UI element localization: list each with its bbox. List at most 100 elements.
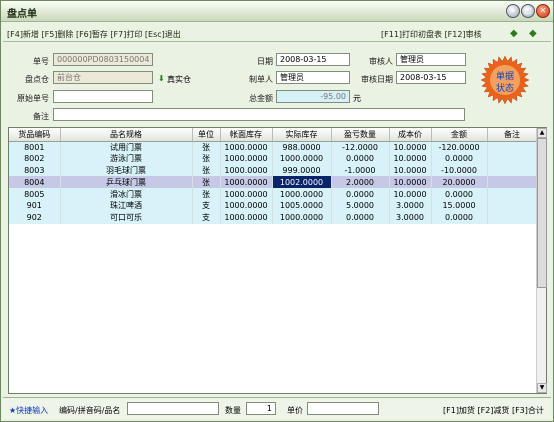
table-row[interactable]: 8001 试用门票张 1000.0000 988.0000 -12.0000 10.000… xyxy=(9,141,538,153)
table-cell[interactable]: 10.0000 xyxy=(389,152,432,165)
table-cell[interactable] xyxy=(487,199,538,212)
table-cell[interactable]: 3.0000 xyxy=(389,199,432,212)
table-cell[interactable]: 滑冰门票 xyxy=(60,188,193,200)
table-row[interactable]: 901 珠江啤酒支 1000.0000 1005.0000 5.0000 3.0000 15… xyxy=(9,199,538,212)
column-header[interactable]: 单位 xyxy=(192,128,221,142)
column-header[interactable]: 金额 xyxy=(431,128,488,142)
scroll-up-icon[interactable]: ▲ xyxy=(537,128,547,138)
maximize-button[interactable]: □ xyxy=(521,4,535,18)
toolbar-print-audit[interactable]: [F11]打印初盘表 [F12]审核 xyxy=(381,29,482,40)
table-row[interactable]: 8002 游泳门票张 1000.0000 1000.0000 0.0000 10.0000… xyxy=(9,152,538,165)
table-cell[interactable]: 1000.0000 xyxy=(220,199,273,212)
arrow-down-icon[interactable]: ⬇ xyxy=(158,74,165,83)
table-cell[interactable]: 902 xyxy=(9,211,61,224)
table-cell[interactable]: 10.0000 xyxy=(389,164,432,177)
column-header[interactable]: 品名规格 xyxy=(60,128,193,142)
table-cell[interactable]: 游泳门票 xyxy=(60,152,193,165)
table-row[interactable]: 902 可口可乐支 1000.0000 1000.0000 0.0000 3.0000 0.… xyxy=(9,211,538,224)
table-cell[interactable]: 999.0000 xyxy=(272,164,332,177)
table-cell[interactable]: 1005.0000 xyxy=(272,199,332,212)
column-header[interactable]: 成本价 xyxy=(389,128,432,142)
table-cell[interactable] xyxy=(487,164,538,177)
maker-field[interactable]: 管理员 xyxy=(276,71,350,84)
table-cell[interactable]: 试用门票 xyxy=(60,141,193,153)
table-cell[interactable]: 3.0000 xyxy=(389,211,432,224)
table-cell[interactable]: 支 xyxy=(192,199,221,212)
scroll-thumb[interactable] xyxy=(537,138,547,288)
table-cell[interactable]: 1000.0000 xyxy=(220,152,273,165)
quick-input-label[interactable]: ★快捷输入 xyxy=(9,405,48,416)
table-cell[interactable] xyxy=(487,211,538,224)
table-row[interactable]: 8003 羽毛球门票张 1000.0000 999.0000 -1.0000 10.000… xyxy=(9,164,538,177)
table-cell[interactable]: 张 xyxy=(192,141,221,153)
table-cell[interactable]: 901 xyxy=(9,199,61,212)
qty-input[interactable]: 1 xyxy=(246,402,276,415)
table-row[interactable]: 8005 滑冰门票张 1000.0000 1000.0000 0.0000 10.0000… xyxy=(9,188,538,200)
arrow-right-icon[interactable]: ◆ xyxy=(529,28,537,39)
table-cell[interactable]: 1000.0000 xyxy=(220,211,273,224)
table-cell[interactable]: 1000.0000 xyxy=(220,164,273,177)
table-cell[interactable] xyxy=(487,141,538,153)
table-cell[interactable]: -10.0000 xyxy=(431,164,488,177)
table-cell[interactable]: 支 xyxy=(192,211,221,224)
table-cell[interactable]: 0.0000 xyxy=(431,211,488,224)
code-search-input[interactable] xyxy=(127,402,219,415)
table-cell[interactable]: 8001 xyxy=(9,141,61,153)
close-button[interactable]: ✕ xyxy=(536,4,550,18)
table-cell[interactable]: 珠江啤酒 xyxy=(60,199,193,212)
orig-no-field[interactable] xyxy=(53,90,153,103)
column-header[interactable]: 盈亏数量 xyxy=(331,128,390,142)
table-cell[interactable]: 羽毛球门票 xyxy=(60,164,193,177)
table-cell[interactable]: 0.0000 xyxy=(431,152,488,165)
date-field[interactable]: 2008-03-15 xyxy=(276,53,350,66)
table-cell[interactable]: 1000.0000 xyxy=(220,141,273,153)
column-header[interactable]: 实际库存 xyxy=(272,128,332,142)
table-cell[interactable]: 1000.0000 xyxy=(272,188,332,200)
table-row[interactable]: 8004 乒乓球门票张 1000.0000 1002.0000 2.0000 10.000… xyxy=(9,176,538,189)
real-warehouse-button[interactable]: 真实仓 xyxy=(167,74,191,85)
table-cell[interactable]: 20.0000 xyxy=(431,176,488,189)
table-cell[interactable]: 1000.0000 xyxy=(272,211,332,224)
table-cell[interactable]: 8003 xyxy=(9,164,61,177)
column-header[interactable]: 备注 xyxy=(487,128,538,142)
table-cell[interactable]: 10.0000 xyxy=(389,141,432,153)
auditor-field[interactable]: 管理员 xyxy=(396,53,466,66)
table-cell[interactable]: 10.0000 xyxy=(389,188,432,200)
audit-date-field[interactable]: 2008-03-15 xyxy=(396,71,466,84)
table-cell[interactable]: 988.0000 xyxy=(272,141,332,153)
table-cell[interactable]: 张 xyxy=(192,152,221,165)
vertical-scrollbar[interactable]: ▲ ▼ xyxy=(536,128,547,393)
table-cell[interactable]: 张 xyxy=(192,164,221,177)
table-cell[interactable]: 乒乓球门票 xyxy=(60,176,193,189)
toolbar-shortcuts[interactable]: [F4]新增 [F5]删除 [F6]暂存 [F7]打印 [Esc]退出 xyxy=(7,29,181,40)
table-cell[interactable] xyxy=(487,152,538,165)
table-cell[interactable]: 0.0000 xyxy=(331,211,390,224)
table-cell[interactable]: 张 xyxy=(192,188,221,200)
table-cell[interactable]: 1000.0000 xyxy=(220,176,273,189)
minimize-button[interactable]: – xyxy=(506,4,520,18)
table-cell[interactable]: 8005 xyxy=(9,188,61,200)
table-cell[interactable]: 0.0000 xyxy=(431,188,488,200)
order-no-field[interactable]: 000000PD0803150004 xyxy=(53,53,153,66)
table-cell[interactable]: -12.0000 xyxy=(331,141,390,153)
table-cell[interactable]: 可口可乐 xyxy=(60,211,193,224)
column-header[interactable]: 帐面库存 xyxy=(220,128,273,142)
scroll-down-icon[interactable]: ▼ xyxy=(537,383,547,393)
table-cell[interactable]: 1002.0000 xyxy=(272,176,332,189)
price-input[interactable] xyxy=(307,402,379,415)
table-cell[interactable]: 10.0000 xyxy=(389,176,432,189)
table-cell[interactable]: 15.0000 xyxy=(431,199,488,212)
table-cell[interactable]: 2.0000 xyxy=(331,176,390,189)
table-cell[interactable]: 8004 xyxy=(9,176,61,189)
table-cell[interactable]: 5.0000 xyxy=(331,199,390,212)
warehouse-field[interactable]: 前台仓 xyxy=(53,71,153,84)
remark-field[interactable] xyxy=(53,108,465,121)
column-header[interactable]: 货品编码 xyxy=(9,128,61,142)
table-cell[interactable]: 8002 xyxy=(9,152,61,165)
table-cell[interactable]: 1000.0000 xyxy=(220,188,273,200)
table-cell[interactable]: 0.0000 xyxy=(331,188,390,200)
table-cell[interactable]: -120.0000 xyxy=(431,141,488,153)
table-cell[interactable]: 张 xyxy=(192,176,221,189)
table-cell[interactable]: 0.0000 xyxy=(331,152,390,165)
table-cell[interactable] xyxy=(487,188,538,200)
